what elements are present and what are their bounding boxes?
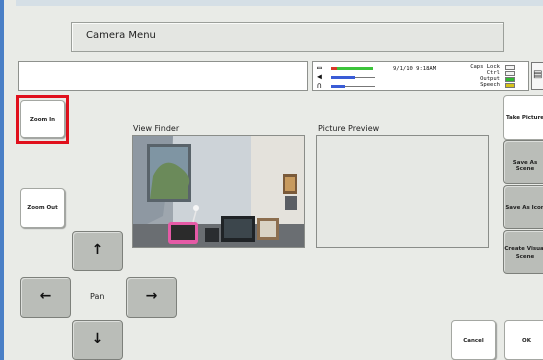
pan-right-button[interactable]: → [126,277,177,318]
take-picture-button[interactable]: Take Picture [503,95,543,140]
ok-button[interactable]: OK [504,320,543,360]
caps-lock-indicator [505,65,515,70]
keyboard-button[interactable]: ▤ [531,62,543,90]
keyboard-icon: ▤ [533,69,543,80]
pan-label: Pan [90,292,105,301]
headphone-track [345,86,375,87]
title-bar: Camera Menu [71,22,504,52]
arrow-right-icon: → [145,288,158,304]
save-as-icon-button[interactable]: Save As Icon [503,185,543,229]
window-top-edge [16,0,543,6]
arrow-left-icon: ← [39,288,52,304]
window-left-edge [0,0,4,360]
picture-preview [316,135,489,248]
speaker-icon: ◀ [317,72,322,81]
speech-label: Speech [480,82,500,88]
zoom-out-button[interactable]: Zoom Out [20,188,65,228]
arrow-up-icon: ↑ [91,242,104,258]
headphone-meter [331,85,345,88]
cancel-button[interactable]: Cancel [451,320,496,360]
arrow-down-icon: ↓ [91,331,104,347]
status-panel: ▭ ◀ ∩ 9/1/10 9:18AM Caps Lock Ctrl Outpu… [312,61,529,91]
volume-track [355,77,375,78]
page-title: Camera Menu [86,30,156,41]
picture-preview-label: Picture Preview [318,124,380,133]
pan-left-button[interactable]: ← [20,277,71,318]
battery-meter-green [337,67,373,70]
create-visual-scene-label-line1: Create Visual [504,246,543,252]
view-finder [132,135,305,248]
create-visual-scene-label-line2: Scene [515,254,535,260]
ctrl-indicator [505,71,515,76]
battery-icon: ▭ [317,63,322,72]
volume-meter [331,76,355,79]
output-indicator [505,77,515,82]
speech-indicator [505,83,515,88]
pan-up-button[interactable]: ↑ [72,231,123,271]
message-window[interactable] [18,61,308,91]
camera-feed-image [133,136,304,247]
view-finder-label: View Finder [133,124,180,133]
create-visual-scene-button[interactable]: Create Visual Scene [503,230,543,274]
headphones-icon: ∩ [317,81,322,90]
date-time: 9/1/10 9:18AM [393,66,437,72]
zoom-in-button[interactable]: Zoom In [20,100,65,138]
save-as-scene-button[interactable]: Save As Scene [503,140,543,184]
pan-down-button[interactable]: ↓ [72,320,123,360]
